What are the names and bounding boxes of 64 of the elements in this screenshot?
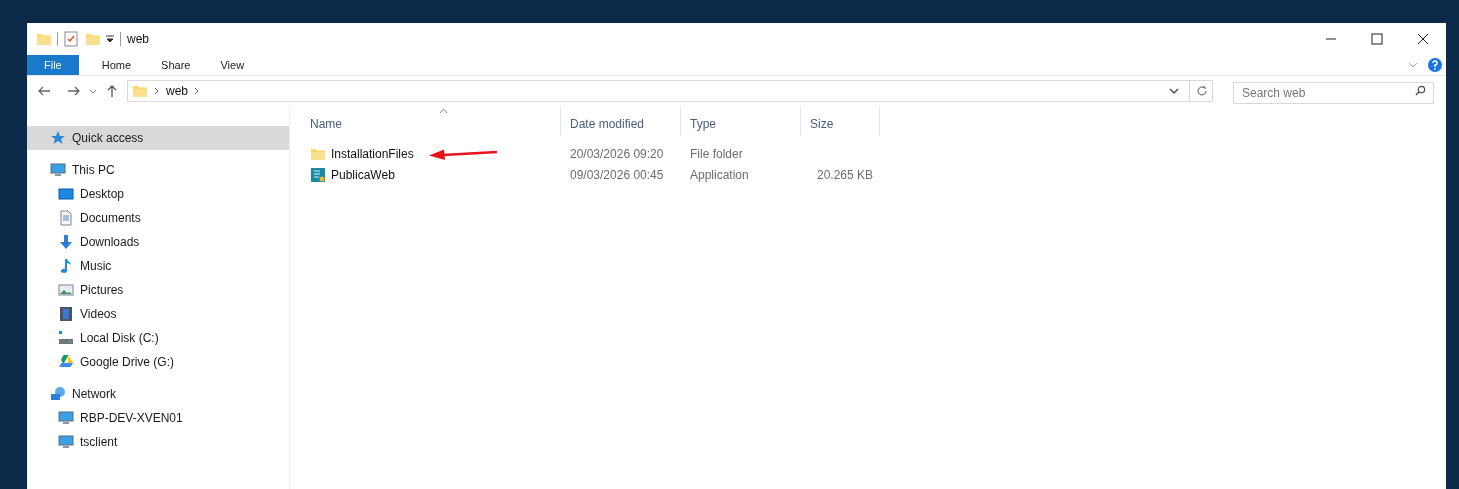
sidebar-item[interactable]: tsclient <box>27 430 289 454</box>
maximize-icon[interactable] <box>1371 33 1383 45</box>
chevron-right-icon <box>194 87 200 95</box>
search-field[interactable]: Search web <box>1233 82 1434 104</box>
sidebar-item[interactable]: Google Drive (G:) <box>27 350 289 374</box>
refresh-icon[interactable] <box>1196 85 1208 97</box>
picture-icon <box>58 282 74 298</box>
forward-arrow-icon[interactable] <box>67 84 81 98</box>
document-icon <box>58 210 74 226</box>
sidebar-item[interactable]: Pictures <box>27 278 289 302</box>
computer-icon <box>58 410 74 426</box>
chevron-right-icon <box>154 87 160 95</box>
chevron-down-icon[interactable] <box>1169 86 1179 96</box>
folder-icon <box>85 31 101 47</box>
column-header[interactable]: Date modified <box>561 106 681 136</box>
sidebar-item[interactable]: Documents <box>27 206 289 230</box>
application-icon <box>310 166 326 183</box>
annotation-arrow <box>428 147 499 160</box>
date-cell-text: 09/03/2026 00:45 <box>569 166 665 184</box>
address-bar[interactable]: web <box>127 80 1213 102</box>
column-header[interactable]: Size <box>801 106 880 136</box>
sidebar-item[interactable]: Music <box>27 254 289 278</box>
ribbon-tab[interactable]: View <box>209 55 256 75</box>
type-cell-text: Application <box>689 166 750 184</box>
sort-caret-icon <box>439 108 448 114</box>
breadcrumb[interactable]: web <box>166 82 188 100</box>
column-header[interactable]: Name <box>301 106 561 136</box>
file-name[interactable]: PublicaWeb <box>331 165 395 184</box>
sidebar-item[interactable]: RBP-DEV-XVEN01 <box>27 406 289 430</box>
sidebar-item[interactable]: Desktop <box>27 182 289 206</box>
download-arrow-icon <box>58 234 74 250</box>
dropdown-icon[interactable] <box>106 35 114 43</box>
help-icon[interactable] <box>1428 58 1442 72</box>
properties-icon[interactable] <box>63 31 79 47</box>
back-arrow-icon[interactable] <box>37 84 51 98</box>
ribbon-tab[interactable]: Home <box>90 55 143 75</box>
computer-icon <box>58 434 74 450</box>
ribbon-tab[interactable]: File <box>27 55 79 75</box>
folder-icon <box>132 83 148 99</box>
music-note-icon <box>58 258 74 274</box>
desktop-icon <box>58 186 74 202</box>
triangle-drive-icon <box>58 354 74 370</box>
ribbon-tab[interactable]: Share <box>150 55 202 75</box>
date-cell-text: 20/03/2026 09:20 <box>569 145 665 163</box>
drive-icon <box>58 330 74 346</box>
film-icon <box>58 306 74 322</box>
size-cell-text: 20.265 KB <box>816 166 873 184</box>
sidebar-item[interactable]: Local Disk (C:) <box>27 326 289 350</box>
star-icon <box>50 130 66 146</box>
sidebar-item[interactable]: Quick access <box>27 126 289 150</box>
computer-icon <box>50 162 66 178</box>
type-cell-text: File folder <box>689 145 744 163</box>
sidebar-item[interactable]: Downloads <box>27 230 289 254</box>
window-title: web <box>127 31 149 48</box>
network-icon <box>50 386 66 402</box>
column-header[interactable]: Type <box>681 106 801 136</box>
close-icon[interactable] <box>1417 33 1429 45</box>
sidebar-item[interactable]: Videos <box>27 302 289 326</box>
up-arrow-icon[interactable] <box>105 84 119 98</box>
sidebar-item[interactable]: Network <box>27 382 289 406</box>
sidebar-item[interactable]: This PC <box>27 158 289 182</box>
search-icon <box>1415 85 1426 96</box>
folder-icon <box>36 31 52 47</box>
file-name[interactable]: InstallationFiles <box>331 144 414 163</box>
